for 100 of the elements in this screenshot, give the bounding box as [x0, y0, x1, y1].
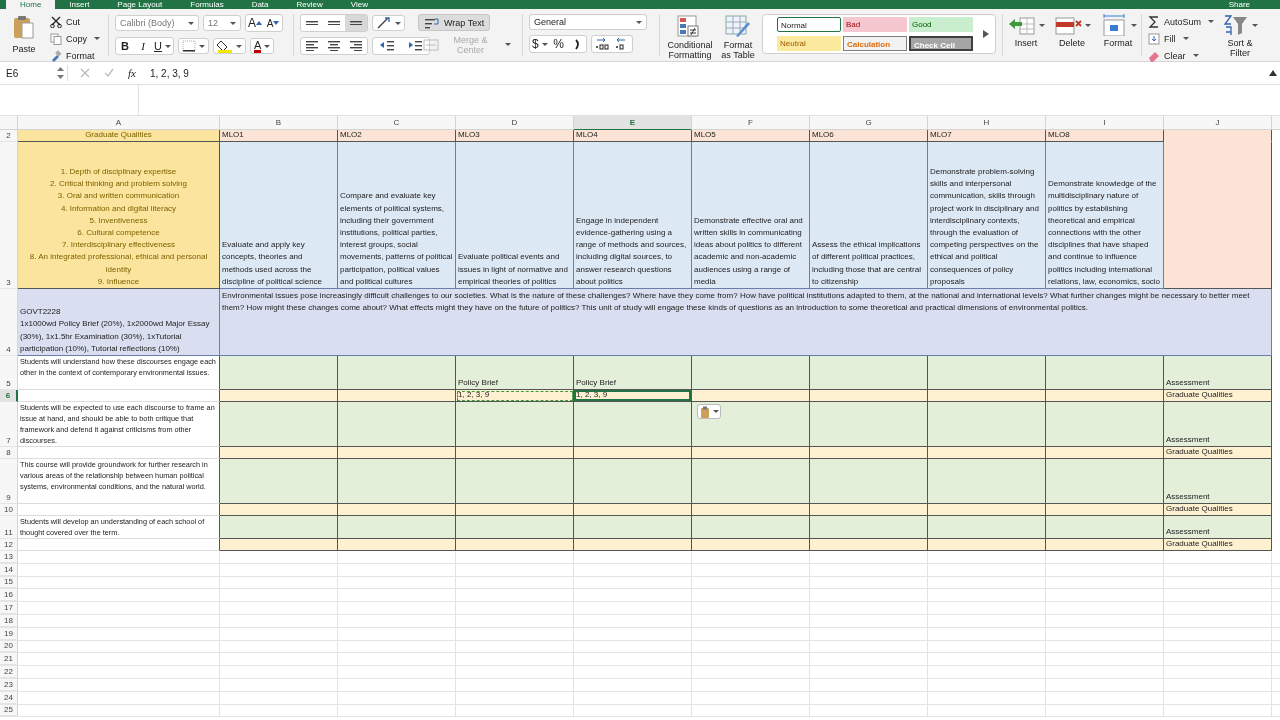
ribbon-tab[interactable]: Data [237, 0, 283, 9]
row-header[interactable]: 16 [0, 589, 18, 602]
font-size-field[interactable]: 12 [203, 15, 241, 31]
row-header[interactable]: 13 [0, 551, 18, 563]
brush-icon [50, 49, 62, 62]
table-brush-icon [724, 14, 752, 38]
row-header[interactable]: 22 [0, 666, 18, 678]
cell-style-swatch[interactable]: Neutral [777, 36, 841, 51]
formula-field[interactable]: 1, 2, 3, 9 [149, 67, 189, 79]
caret-icon [164, 44, 171, 48]
currency-button[interactable]: $ [530, 36, 550, 52]
ribbon-tab[interactable]: Page Layout [103, 0, 177, 9]
table-cell: MLO7 [928, 130, 1046, 142]
align-lines-icon [306, 20, 318, 26]
clipboard-icon [12, 14, 36, 40]
row-header[interactable]: 8 [0, 447, 18, 459]
collapse-icon [1269, 70, 1277, 76]
row-header[interactable]: 6 [0, 390, 18, 402]
table-cell: Graduate Qualities [18, 130, 220, 142]
table-cell: MLO2 [338, 130, 456, 142]
table-cell: Graduate Qualities [1164, 504, 1272, 516]
delete-cells-icon [1053, 14, 1082, 36]
table-cell: Graduate Qualities [1164, 539, 1272, 551]
paste-options-button[interactable] [697, 404, 721, 419]
clipboard-icon [699, 405, 710, 418]
table-cell: Graduate Qualities [1164, 447, 1272, 459]
table-cell: Environmental issues pose increasingly difficult challenges to our societies. What is the nature of these challenges? Where have they come from? How have political institutions adapted to them, at the national and international levels? What further changes might be necessary to better meet them? How might these changes come about? What effects might they have on the future of politics? This unit of study will engage these kinds of questions as an introduction to some theoretical and practical dimensions of environmental politics. [220, 289, 1272, 356]
format-as-table-button[interactable]: Format as Table [719, 14, 757, 60]
table-cell: Policy Brief [574, 356, 692, 390]
borders-button[interactable] [177, 38, 209, 54]
more-arrow-icon [983, 30, 989, 38]
italic-button[interactable]: I [134, 38, 152, 54]
cell-style-swatch[interactable]: Bad [843, 17, 907, 32]
cut-button[interactable]: Cut [50, 14, 100, 29]
delete-button[interactable]: Delete [1055, 14, 1089, 48]
underline-button[interactable]: U [152, 38, 173, 54]
row-header[interactable]: 5 [0, 356, 18, 390]
ribbon-tab[interactable]: View [336, 0, 382, 9]
merge-center-button: Merge & Center [418, 36, 516, 53]
font-name-field[interactable]: Calibri (Body) [115, 15, 199, 31]
ribbon-tab[interactable]: Review [282, 0, 337, 9]
table-cell: Assessment [1164, 402, 1272, 447]
table-cell: 1, 2, 3, 9 [456, 390, 574, 402]
cell-style-swatch[interactable]: Good [909, 17, 973, 32]
caret-icon [712, 410, 719, 413]
caret-icon [235, 44, 242, 48]
table-cell: MLO6 [810, 130, 928, 142]
wrap-text-icon [424, 16, 440, 29]
bold-button[interactable]: B [116, 38, 134, 54]
check-icon [104, 68, 114, 78]
row-header[interactable]: 11 [0, 516, 18, 539]
share-button[interactable]: Share [1228, 0, 1250, 9]
conditional-formatting-button[interactable]: Conditional Formatting [666, 14, 714, 60]
number-format-field[interactable]: General [529, 14, 647, 30]
format-painter-button[interactable]: Format [50, 48, 100, 63]
paste-button[interactable]: Paste [6, 14, 42, 63]
caret-icon [264, 44, 271, 48]
percent-button[interactable]: % [549, 36, 568, 52]
copy-button[interactable]: Copy [50, 31, 100, 46]
decrease-font-button[interactable]: A [264, 15, 282, 31]
row-header[interactable]: 7 [0, 402, 18, 447]
row-header[interactable]: 17 [0, 602, 18, 614]
row-header[interactable]: 9 [0, 459, 18, 504]
row-header[interactable]: 10 [0, 504, 18, 516]
cell-style-swatch[interactable]: Normal [777, 17, 841, 32]
ribbon-tab[interactable]: Insert [55, 0, 104, 9]
caret-icon [198, 44, 205, 48]
table-cell: MLO5 [692, 130, 810, 142]
paint-bucket-icon [216, 39, 233, 53]
fill-color-button[interactable] [212, 38, 246, 54]
table-cell: MLO1 [220, 130, 338, 142]
font-color-button[interactable]: A [249, 38, 275, 54]
align-lines-icon [350, 20, 362, 26]
ribbon-tab[interactable]: Home [6, 0, 56, 9]
orientation-button[interactable] [372, 15, 405, 31]
vertical-align-button[interactable] [345, 15, 367, 31]
format-cells-button[interactable]: Format [1101, 14, 1135, 48]
row-header[interactable]: 21 [0, 653, 18, 666]
increase-font-button[interactable]: A [246, 15, 264, 31]
wrap-text-button[interactable]: Wrap Text [418, 14, 491, 31]
insert-function-button[interactable]: fx [128, 67, 136, 79]
row-header[interactable]: 4 [0, 289, 18, 356]
table-cell: MLO3 [456, 130, 574, 142]
row-header[interactable]: 12 [0, 539, 18, 551]
caret-icon [1084, 23, 1091, 27]
table-cell: Assess the ethical implications of different political practices, including those that are central to citizenship [810, 142, 928, 289]
insert-button[interactable]: Insert [1009, 14, 1043, 48]
row-header[interactable]: 3 [0, 142, 18, 289]
autosum-button[interactable]: AutoSum [1148, 14, 1215, 29]
caret-icon [1208, 20, 1215, 23]
row-header[interactable]: 2 [0, 130, 18, 142]
caret-icon [505, 43, 511, 46]
caret-icon [1251, 23, 1258, 27]
fill-button[interactable]: Fill [1148, 31, 1215, 46]
name-box[interactable]: E6 [0, 65, 68, 81]
ribbon-tab[interactable]: Formulas [176, 0, 238, 9]
table-cell: Engage in independent evidence-gathering using a range of methods and sources, including digital sources, to answer research questions about politics [574, 142, 692, 289]
clear-button[interactable]: Clear [1148, 48, 1215, 63]
table-cell: 1. Depth of disciplinary expertise 2. Critical thinking and problem solving 3. Oral and written communication 4. Information and digital literacy 5. Inventiveness 6. Cultural competence 7. Interdisciplinary effectiveness 8. An integrated professional, ethical and personal identity 9. Influence [18, 142, 220, 289]
sort-filter-button[interactable]: Sort & Filter [1224, 14, 1257, 63]
